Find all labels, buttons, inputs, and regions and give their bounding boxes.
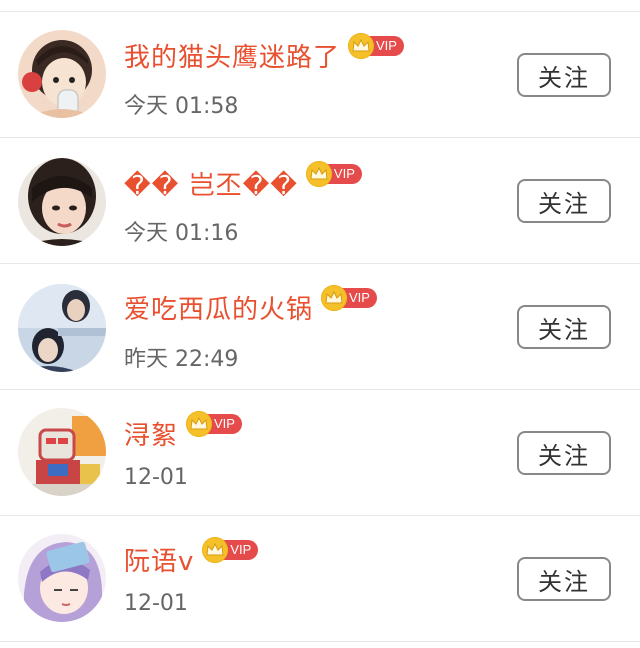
follow-button[interactable]: 关注 [517,557,611,601]
follower-list: 我的猫头鹰迷路了 VIP 今天 01:58 关注 �� 岂丕�� VIP 今天 … [0,0,640,648]
vip-badge: VIP [186,411,242,437]
crown-icon [305,161,332,187]
name-line: 我的猫头鹰迷路了 VIP [124,33,404,75]
name-line: 阮语v VIP [124,537,259,579]
user-name[interactable]: 我的猫头鹰迷路了 [124,37,340,74]
follow-time: 12-01 [124,591,188,616]
robot-avatar-icon [18,408,106,496]
divider [0,641,640,642]
avatar[interactable] [18,534,106,622]
crown-icon [321,285,348,311]
name-line: 浔絮 VIP [124,411,242,453]
follow-button[interactable]: 关注 [517,179,611,223]
user-name[interactable]: �� 岂丕�� [124,165,298,202]
follow-button[interactable]: 关注 [517,53,611,97]
list-item[interactable]: �� 岂丕�� VIP 今天 01:16 关注 [0,138,640,264]
boys-photo-avatar-icon [18,284,106,372]
girl-photo-avatar-icon [18,158,106,246]
vip-badge: VIP [321,285,377,311]
anime-girl-avatar-icon [18,534,106,622]
name-line: 爱吃西瓜的火锅 VIP [124,285,377,327]
avatar[interactable] [18,158,106,246]
follow-time: 今天 01:58 [124,94,239,119]
user-name[interactable]: 阮语v [124,541,194,578]
list-item[interactable]: 爱吃西瓜的火锅 VIP 昨天 22:49 关注 [0,264,640,390]
list-item[interactable]: 我的猫头鹰迷路了 VIP 今天 01:58 关注 [0,12,640,138]
name-line: �� 岂丕�� VIP [124,161,362,203]
list-item[interactable]: 阮语v VIP 12-01 关注 [0,516,640,642]
follow-time: 12-01 [124,465,188,490]
crown-icon [348,33,375,59]
avatar[interactable] [18,30,106,118]
follow-time: 今天 01:16 [124,221,239,246]
follow-button[interactable]: 关注 [517,431,611,475]
follow-time: 昨天 22:49 [124,347,239,372]
avatar[interactable] [18,408,106,496]
vip-badge: VIP [348,33,404,59]
user-name[interactable]: 爱吃西瓜的火锅 [124,289,313,326]
vip-badge: VIP [305,161,362,187]
crown-icon [186,411,213,437]
follow-button[interactable]: 关注 [517,305,611,349]
vip-badge: VIP [202,537,259,563]
cartoon-girl-avatar-icon [18,30,106,118]
list-item[interactable]: 浔絮 VIP 12-01 关注 [0,390,640,516]
user-name[interactable]: 浔絮 [124,415,178,452]
avatar[interactable] [18,284,106,372]
